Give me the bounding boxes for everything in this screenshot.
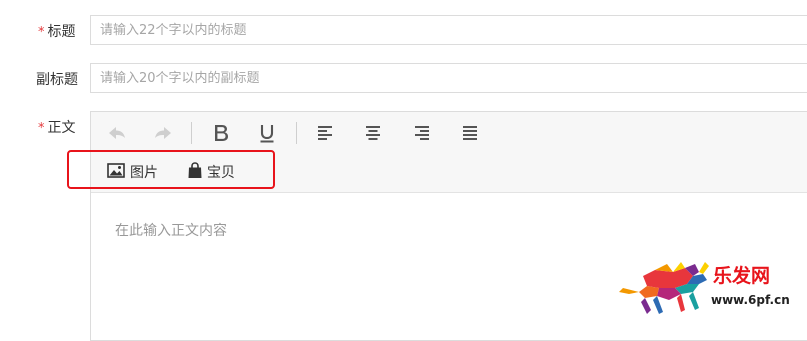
insert-item-button[interactable]: 宝贝 xyxy=(188,161,235,183)
insert-item-label: 宝贝 xyxy=(207,165,235,181)
undo-icon[interactable] xyxy=(103,120,131,146)
insert-image-label: 图片 xyxy=(130,165,158,181)
subtitle-input[interactable] xyxy=(90,63,807,93)
content-label: * 正文 xyxy=(38,120,76,136)
underline-icon[interactable] xyxy=(253,120,281,146)
align-right-icon[interactable] xyxy=(408,120,436,146)
image-icon xyxy=(107,162,125,182)
title-input[interactable] xyxy=(90,15,807,45)
align-left-icon[interactable] xyxy=(311,120,339,146)
content-placeholder[interactable]: 在此输入正文内容 xyxy=(115,220,227,240)
align-justify-icon[interactable] xyxy=(456,120,484,146)
bold-icon[interactable] xyxy=(207,120,235,146)
toolbar-divider xyxy=(191,122,192,144)
subtitle-label: 副标题 xyxy=(36,72,78,88)
watermark-brand: 乐发网 xyxy=(713,264,770,287)
required-mark: * xyxy=(38,25,45,40)
insert-image-button[interactable]: 图片 xyxy=(107,161,158,183)
shopping-bag-icon xyxy=(188,161,202,183)
redo-icon[interactable] xyxy=(149,120,177,146)
bull-logo-icon xyxy=(619,262,709,314)
watermark-logo: 乐发网 www.6pf.cn xyxy=(615,258,805,320)
watermark-url: www.6pf.cn xyxy=(711,293,790,307)
title-label: * 标题 xyxy=(38,24,76,40)
toolbar-divider xyxy=(296,122,297,144)
required-mark: * xyxy=(38,121,45,136)
editor-toolbar: 图片 宝贝 xyxy=(91,112,807,193)
align-center-icon[interactable] xyxy=(359,120,387,146)
